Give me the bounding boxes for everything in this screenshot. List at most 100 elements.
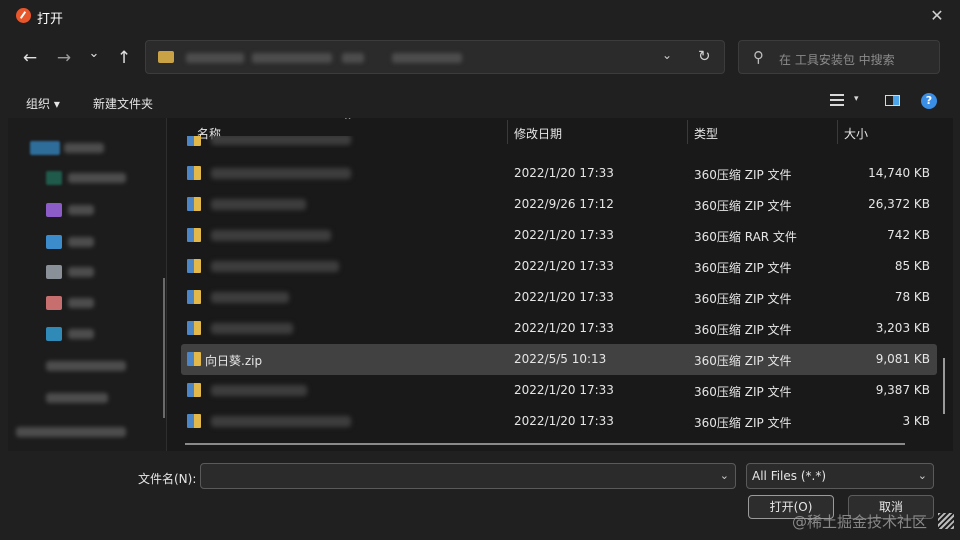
nav-tree-item[interactable] [8,354,166,378]
navigation-scrollbar[interactable] [163,278,165,418]
nav-tree-item[interactable] [8,322,166,346]
file-row[interactable]: 2022/1/20 17:33 360压缩 ZIP 文件 85 KB [181,251,937,282]
file-name-redacted [211,230,331,241]
folder-icon [46,235,62,249]
horizontal-scrollbar[interactable] [185,443,905,445]
navigation-pane[interactable] [8,118,166,451]
folder-icon [158,51,174,63]
nav-item-label-redacted [16,427,126,437]
file-type: 360压缩 ZIP 文件 [694,354,792,368]
file-modified: 2022/9/26 17:12 [514,197,614,211]
file-type: 360压缩 ZIP 文件 [694,292,792,306]
file-row[interactable]: 向日葵.zip 2022/5/5 10:13 360压缩 ZIP 文件 9,081 K… [181,344,937,375]
file-row[interactable]: 2022/1/20 17:33 360压缩 ZIP 文件 78 KB [181,282,937,313]
file-row[interactable]: 2022/1/20 17:33 360压缩 RAR 文件 742 KB [181,220,937,251]
address-bar[interactable]: ⌄ ↻ [145,40,725,74]
new-folder-button[interactable]: 新建文件夹 [93,95,153,112]
search-placeholder: 在 工具安装包 中搜索 [779,53,895,67]
file-name-redacted [211,416,351,427]
up-arrow-icon[interactable]: ↑ [112,46,136,70]
file-row[interactable]: 2022/1/20 17:33 360压缩 ZIP 文件 14,740 KB [181,158,937,189]
breadcrumb-redacted [252,53,332,63]
recent-locations-chevron-icon[interactable]: ⌄ [84,42,104,66]
file-type: 360压缩 ZIP 文件 [694,168,792,182]
forward-arrow-icon[interactable]: → [52,46,76,70]
file-type: 360压缩 ZIP 文件 [694,385,792,399]
file-name-redacted [211,168,351,179]
address-dropdown-icon[interactable]: ⌄ [662,48,672,62]
nav-item-label-redacted [68,298,94,308]
filename-dropdown-icon[interactable]: ⌄ [720,469,729,482]
search-box[interactable]: ⚲ 在 工具安装包 中搜索 [738,40,940,74]
app-icon [16,8,31,23]
file-size: 742 KB [887,228,930,242]
file-row[interactable]: 2022/1/20 17:33 360压缩 ZIP 文件 3 KB [181,406,937,437]
file-size: 3 KB [902,414,930,428]
zip-file-icon [187,414,201,428]
folder-icon [46,265,62,279]
nav-tree-item[interactable] [8,260,166,284]
file-modified: 2022/5/5 10:13 [514,352,607,366]
view-options-chevron-icon[interactable]: ▾ [854,94,859,104]
zip-file-icon [187,383,201,397]
file-list[interactable]: ^ 名称 修改日期 类型 大小 2022/1/20 17:33 360压缩 ZIP… [167,118,953,451]
file-row[interactable]: 2022/9/26 17:12 360压缩 ZIP 文件 26,372 KB [181,189,937,220]
nav-item-label-redacted [46,393,108,403]
file-type: 360压缩 ZIP 文件 [694,199,792,213]
refresh-icon[interactable]: ↻ [698,47,711,65]
file-name-redacted [211,136,351,145]
nav-item-label-redacted [68,237,94,247]
nav-item-label-redacted [68,205,94,215]
help-icon[interactable]: ? [921,93,937,109]
file-modified: 2022/1/20 17:33 [514,228,614,242]
file-size: 9,081 KB [875,352,930,366]
zip-file-icon [187,166,201,180]
close-icon[interactable]: ✕ [924,4,950,28]
filename-label: 文件名(N): [138,472,197,486]
file-size: 85 KB [894,259,930,273]
nav-item-label-redacted [68,267,94,277]
nav-tree-item[interactable] [8,198,166,222]
preview-pane-icon[interactable] [885,95,900,106]
resize-grip-icon[interactable] [938,513,954,529]
footer-panel: 文件名(N): ⌄ All Files (*.*) ⌄ 打开(O) 取消 @稀土… [0,451,960,540]
nav-item-label-redacted [68,329,94,339]
filetype-select[interactable]: All Files (*.*) ⌄ [746,463,934,489]
zip-file-icon [187,228,201,242]
folder-icon [46,171,62,185]
file-modified: 2022/1/20 17:33 [514,414,614,428]
nav-tree-item[interactable] [8,386,166,410]
breadcrumb-redacted [392,53,462,63]
file-type: 360压缩 ZIP 文件 [694,261,792,275]
view-options-icon[interactable] [830,94,844,106]
nav-tree-item[interactable] [8,420,166,444]
file-name-redacted [211,323,293,334]
filetype-dropdown-icon[interactable]: ⌄ [918,469,927,482]
file-name-redacted [211,385,307,396]
nav-tree-item[interactable] [8,230,166,254]
file-modified: 2022/1/20 17:33 [514,290,614,304]
file-row[interactable]: 2022/1/20 17:33 360压缩 ZIP 文件 9,387 KB [181,375,937,406]
nav-tree-item[interactable] [8,136,166,160]
sort-ascending-icon: ^ [344,118,352,126]
file-row[interactable]: 2022/1/20 17:33 360压缩 ZIP 文件 3,203 KB [181,313,937,344]
organize-menu-button[interactable]: 组织 ▾ [26,95,60,112]
file-modified: 2022/1/20 17:33 [514,259,614,273]
file-name[interactable]: 向日葵.zip [205,352,262,369]
vertical-scrollbar[interactable] [943,358,945,414]
zip-file-icon [187,197,201,211]
file-modified: 2022/1/20 17:33 [514,321,614,335]
file-row-partial[interactable] [181,136,937,148]
filename-combobox[interactable]: ⌄ [200,463,736,489]
title-bar: 打开 ✕ [0,0,960,32]
open-file-dialog: 打开 ✕ ← → ⌄ ↑ ⌄ ↻ ⚲ 在 工具安装包 中搜索 组织 ▾ 新建文件… [0,0,960,540]
nav-item-label-redacted [64,143,104,153]
file-type: 360压缩 RAR 文件 [694,230,797,244]
breadcrumb-redacted [186,53,244,63]
nav-item-label-redacted [68,173,126,183]
nav-tree-item[interactable] [8,166,166,190]
file-size: 26,372 KB [868,197,930,211]
file-name-redacted [211,199,306,210]
back-arrow-icon[interactable]: ← [18,46,42,70]
nav-tree-item[interactable] [8,291,166,315]
